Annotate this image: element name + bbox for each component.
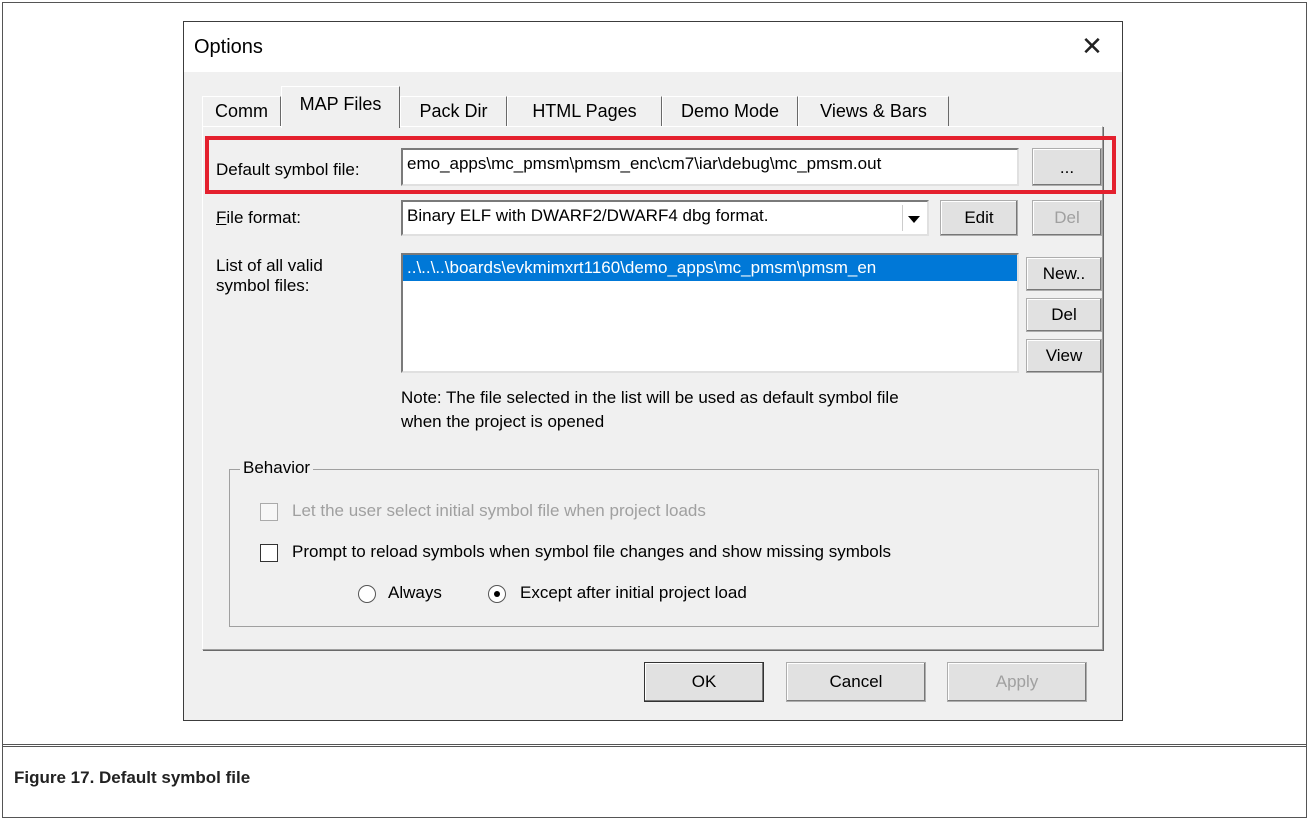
tab-views-bars[interactable]: Views & Bars	[798, 96, 949, 126]
apply-button[interactable]: Apply	[947, 662, 1087, 702]
tab-demo-mode[interactable]: Demo Mode	[662, 96, 798, 126]
delete-format-button[interactable]: Del	[1032, 200, 1102, 236]
delete-symbol-button[interactable]: Del	[1026, 298, 1102, 332]
tab-html-pages[interactable]: HTML Pages	[507, 96, 662, 126]
close-icon[interactable]: ✕	[1078, 30, 1106, 62]
figure-caption: Figure 17. Default symbol file	[14, 768, 251, 787]
view-symbol-button[interactable]: View	[1026, 339, 1102, 373]
symbol-files-label-1: List of all valid	[216, 256, 323, 275]
let-user-select-checkbox[interactable]	[260, 503, 278, 521]
tab-comm[interactable]: Comm	[202, 96, 281, 126]
except-after-label: Except after initial project load	[520, 583, 747, 602]
tab-map-files[interactable]: MAP Files	[281, 86, 400, 128]
file-format-label: File format:	[216, 208, 302, 227]
ok-button[interactable]: OK	[644, 662, 764, 702]
chevron-down-icon[interactable]	[902, 205, 925, 231]
always-label: Always	[388, 583, 442, 602]
behavior-group: Behavior Let the user select initial sym…	[229, 458, 1099, 627]
note-line-1: Note: The file selected in the list will…	[401, 388, 899, 407]
symbol-files-label-2: symbol files:	[216, 276, 310, 295]
behavior-title: Behavior	[240, 458, 314, 478]
new-symbol-button[interactable]: New..	[1026, 257, 1102, 291]
prompt-reload-label: Prompt to reload symbols when symbol fil…	[292, 542, 892, 561]
let-user-select-label: Let the user select initial symbol file …	[292, 501, 706, 520]
prompt-reload-checkbox[interactable]	[260, 544, 278, 562]
title-bar: Options ✕	[184, 22, 1122, 72]
highlight-box	[205, 136, 1116, 194]
file-format-value: Binary ELF with DWARF2/DWARF4 dbg format…	[407, 206, 769, 225]
tab-pack-dir[interactable]: Pack Dir	[400, 96, 507, 126]
except-after-radio[interactable]	[488, 585, 506, 603]
edit-format-button[interactable]: Edit	[940, 200, 1018, 236]
cancel-button[interactable]: Cancel	[786, 662, 926, 702]
note-line-2: when the project is opened	[401, 412, 605, 431]
always-radio[interactable]	[358, 585, 376, 603]
list-item[interactable]: ..\..\..\boards\evkmimxrt1160\demo_apps\…	[403, 255, 1017, 281]
symbol-files-list[interactable]: ..\..\..\boards\evkmimxrt1160\demo_apps\…	[401, 253, 1019, 373]
frame-divider	[2, 744, 1307, 747]
dialog-title: Options	[194, 36, 263, 58]
file-format-select[interactable]: Binary ELF with DWARF2/DWARF4 dbg format…	[401, 200, 929, 236]
